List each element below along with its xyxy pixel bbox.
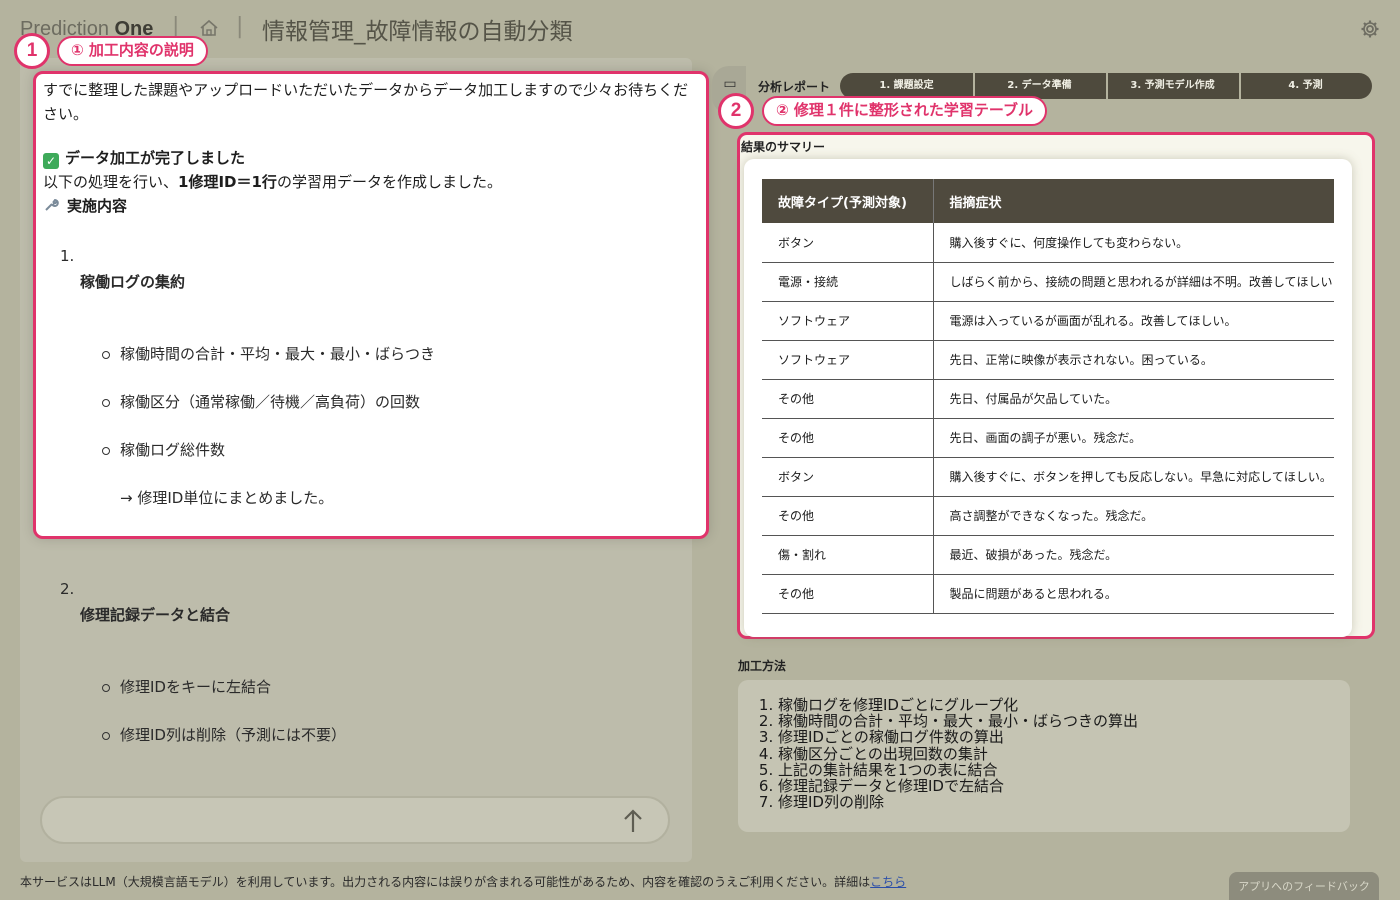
annotation-badge-2: 2 xyxy=(718,93,754,129)
highlight-processing-description: すでに整理した課題やアップロードいただいたデータからデータ加工しますので少々お待… xyxy=(33,71,709,539)
table-row: 傷・割れ 最近、破損があった。残念だ。 xyxy=(762,535,1334,575)
method-list: 稼働ログを修理IDごとにグループ化 稼働時間の合計・平均・最大・最小・ばらつきの… xyxy=(778,697,1138,811)
list-item: 稼働時間の合計・平均・最大・最小・ばらつきの算出 xyxy=(778,713,1138,729)
table-header-row: 故障タイプ(予測対象) 指摘症状 xyxy=(762,179,1334,223)
send-arrow-icon[interactable] xyxy=(622,808,644,834)
step-divider xyxy=(1106,73,1108,99)
column-header: 指摘症状 xyxy=(933,179,1334,223)
list-item-title: 稼働ログの集約 xyxy=(80,273,186,291)
table-row: ボタン 購入後すぐに、ボタンを押しても反応しない。早急に対応してほしい。 xyxy=(762,457,1334,497)
list-item: 上記の集計結果を1つの表に結合 xyxy=(778,762,1138,778)
list-item-title: 修理記録データと結合 xyxy=(80,606,231,624)
table-cell: ボタン xyxy=(762,223,934,263)
list-item-number: 1. xyxy=(60,247,75,265)
list-item: 修理IDごとの稼働ログ件数の算出 xyxy=(778,729,1138,745)
column-header: 故障タイプ(予測対象) xyxy=(762,179,934,223)
list-item: 修理ID列は削除（予測には不要） xyxy=(102,726,346,744)
table-cell: 傷・割れ xyxy=(762,535,934,575)
table-row: 電源・接続 しばらく前から、接続の問題と思われるが詳細は不明。改善してほしい xyxy=(762,262,1334,302)
list-item: 稼働時間の合計・平均・最大・最小・ばらつき xyxy=(101,345,436,363)
list-item: 修理IDをキーに左結合 xyxy=(102,678,271,696)
table-cell: しばらく前から、接続の問題と思われるが詳細は不明。改善してほしい xyxy=(933,262,1334,302)
table-cell: 電源・接続 xyxy=(762,262,934,302)
summary-table-card: 故障タイプ(予測対象) 指摘症状 ボタン 購入後すぐに、何度操作しても変わらない。… xyxy=(744,159,1352,637)
step-divider xyxy=(1239,73,1241,99)
summary-label: 結果のサマリー xyxy=(741,140,826,154)
aggregation-note: → 修理ID単位にまとめました。 xyxy=(120,489,334,507)
table-cell: 先日、付属品が欠品していた。 xyxy=(933,379,1334,419)
done-title: ✓ データ加工が完了しました xyxy=(43,146,693,170)
method-card: 稼働ログを修理IDごとにグループ化 稼働時間の合計・平均・最大・最小・ばらつきの… xyxy=(738,680,1350,832)
disclaimer-text: 本サービスはLLM（大規模言語モデル）を利用しています。出力される内容には誤りが… xyxy=(20,875,907,889)
step-3[interactable]: 3. 予測モデル作成 xyxy=(1106,73,1239,99)
table-row: ボタン 購入後すぐに、何度操作しても変わらない。 xyxy=(762,223,1334,263)
wrench-icon xyxy=(45,198,59,211)
table-cell: ソフトウェア xyxy=(762,340,934,380)
list-item-number: 2. xyxy=(60,580,75,598)
table-cell: 高さ調整ができなくなった。残念だ。 xyxy=(933,496,1334,536)
annotation-label-1: ① 加工内容の説明 xyxy=(57,36,208,66)
table-row: その他 製品に問題があると思われる。 xyxy=(762,574,1334,614)
table-cell: その他 xyxy=(762,379,934,419)
gear-icon[interactable] xyxy=(1360,19,1380,39)
annotation-badge-1: 1 xyxy=(14,33,50,69)
method-label: 加工方法 xyxy=(738,659,787,673)
table-cell: 電源は入っているが画面が乱れる。改善してほしい。 xyxy=(933,301,1334,341)
list-item: 稼働区分ごとの出現回数の集計 xyxy=(778,745,1138,762)
list-item: 稼働区分（通常稼働／待機／高負荷）の回数 xyxy=(101,393,421,411)
intro-message: すでに整理した課題やアップロードいただいたデータからデータ加工しますので少々お待… xyxy=(43,81,689,123)
table-row: その他 高さ調整ができなくなった。残念だ。 xyxy=(762,496,1334,536)
report-label: 分析レポート xyxy=(758,80,831,94)
page-title: 情報管理_故障情報の自動分類 xyxy=(262,19,573,45)
step-4[interactable]: 4. 予測 xyxy=(1239,73,1372,99)
table-row: その他 先日、画面の調子が悪い。残念だ。 xyxy=(762,418,1334,458)
table-cell: ボタン xyxy=(762,457,934,497)
table-cell: 先日、正常に映像が表示されない。困っている。 xyxy=(933,340,1334,380)
table-cell: ソフトウェア xyxy=(762,301,934,341)
list-item: 稼働ログ総件数 xyxy=(101,441,226,459)
table-cell: 最近、破損があった。残念だ。 xyxy=(933,535,1334,575)
table-row: ソフトウェア 電源は入っているが画面が乱れる。改善してほしい。 xyxy=(762,301,1334,341)
table-cell: 購入後すぐに、ボタンを押しても反応しない。早急に対応してほしい。 xyxy=(933,457,1334,497)
table-cell: その他 xyxy=(762,418,934,458)
app-header: Prediction One | | 情報管理_故障情報の自動分類 xyxy=(0,0,1400,56)
list-item: 修理ID列の削除 xyxy=(778,794,1138,810)
check-icon: ✓ xyxy=(43,153,59,169)
section-title: 実施内容 xyxy=(43,194,693,218)
chat-input[interactable] xyxy=(40,796,670,844)
feedback-button[interactable]: アプリへのフィードバック xyxy=(1229,872,1379,900)
table-cell: 製品に問題があると思われる。 xyxy=(933,574,1334,614)
summary-table: 故障タイプ(予測対象) 指摘症状 ボタン 購入後すぐに、何度操作しても変わらない。… xyxy=(762,179,1334,614)
list-item: 修理記録データと修理IDで左結合 xyxy=(778,778,1138,794)
table-row: ソフトウェア 先日、正常に映像が表示されない。困っている。 xyxy=(762,340,1334,380)
header-separator: | xyxy=(236,14,244,39)
home-icon[interactable] xyxy=(199,19,219,37)
details-link[interactable]: こちら xyxy=(870,875,906,889)
table-cell: 先日、画面の調子が悪い。残念だ。 xyxy=(933,418,1334,458)
table-row: その他 先日、付属品が欠品していた。 xyxy=(762,379,1334,419)
done-description: 以下の処理を行い、1修理ID＝1行の学習用データを作成しました。 xyxy=(43,173,502,191)
highlight-training-table: 結果のサマリー 故障タイプ(予測対象) 指摘症状 ボタン 購入後すぐに、何度操作し… xyxy=(737,132,1375,639)
table-cell: その他 xyxy=(762,574,934,614)
annotation-label-2: ② 修理１件に整形された学習テーブル xyxy=(762,96,1048,126)
table-cell: 購入後すぐに、何度操作しても変わらない。 xyxy=(933,223,1334,263)
table-cell: その他 xyxy=(762,496,934,536)
list-item: 稼働ログを修理IDごとにグループ化 xyxy=(778,697,1138,713)
panel-toggle-icon[interactable]: ▭ xyxy=(722,76,738,92)
